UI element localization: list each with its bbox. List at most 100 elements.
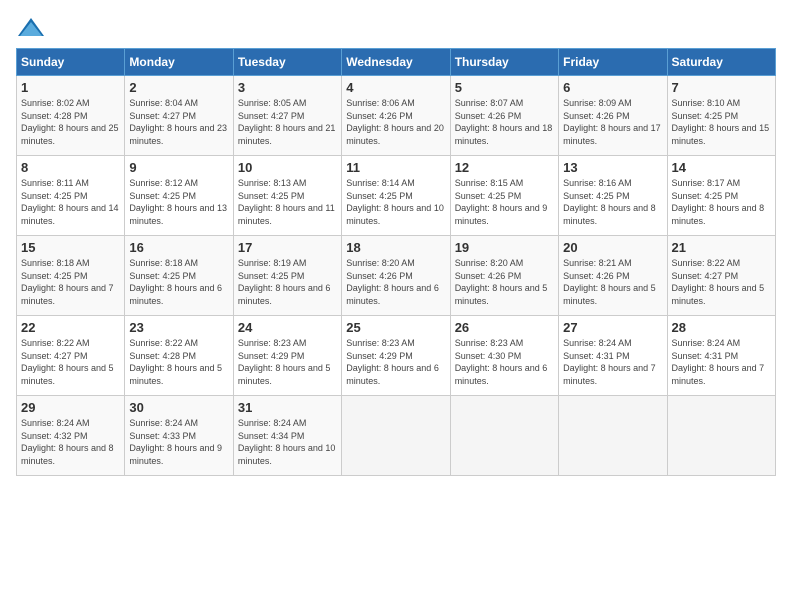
calendar-day-cell: 25 Sunrise: 8:23 AMSunset: 4:29 PMDaylig… [342,316,450,396]
calendar-day-cell: 8 Sunrise: 8:11 AMSunset: 4:25 PMDayligh… [17,156,125,236]
day-number: 31 [238,400,337,415]
calendar-week-row: 29 Sunrise: 8:24 AMSunset: 4:32 PMDaylig… [17,396,776,476]
calendar-day-cell [342,396,450,476]
weekday-header: Tuesday [233,49,341,76]
calendar-table: SundayMondayTuesdayWednesdayThursdayFrid… [16,48,776,476]
day-number: 1 [21,80,120,95]
calendar-day-cell: 20 Sunrise: 8:21 AMSunset: 4:26 PMDaylig… [559,236,667,316]
day-number: 7 [672,80,771,95]
day-number: 2 [129,80,228,95]
calendar-day-cell: 5 Sunrise: 8:07 AMSunset: 4:26 PMDayligh… [450,76,558,156]
calendar-day-cell: 1 Sunrise: 8:02 AMSunset: 4:28 PMDayligh… [17,76,125,156]
day-info: Sunrise: 8:22 AMSunset: 4:28 PMDaylight:… [129,338,222,386]
page-header [16,16,776,40]
day-info: Sunrise: 8:18 AMSunset: 4:25 PMDaylight:… [129,258,222,306]
logo-icon [16,16,46,40]
day-info: Sunrise: 8:15 AMSunset: 4:25 PMDaylight:… [455,178,548,226]
calendar-day-cell: 31 Sunrise: 8:24 AMSunset: 4:34 PMDaylig… [233,396,341,476]
day-number: 27 [563,320,662,335]
day-info: Sunrise: 8:02 AMSunset: 4:28 PMDaylight:… [21,98,119,146]
calendar-day-cell: 15 Sunrise: 8:18 AMSunset: 4:25 PMDaylig… [17,236,125,316]
logo [16,16,50,40]
day-info: Sunrise: 8:10 AMSunset: 4:25 PMDaylight:… [672,98,770,146]
day-info: Sunrise: 8:14 AMSunset: 4:25 PMDaylight:… [346,178,444,226]
day-number: 6 [563,80,662,95]
day-info: Sunrise: 8:24 AMSunset: 4:34 PMDaylight:… [238,418,336,466]
calendar-day-cell [559,396,667,476]
day-number: 30 [129,400,228,415]
calendar-day-cell: 17 Sunrise: 8:19 AMSunset: 4:25 PMDaylig… [233,236,341,316]
calendar-day-cell: 7 Sunrise: 8:10 AMSunset: 4:25 PMDayligh… [667,76,775,156]
day-info: Sunrise: 8:24 AMSunset: 4:31 PMDaylight:… [563,338,656,386]
calendar-week-row: 8 Sunrise: 8:11 AMSunset: 4:25 PMDayligh… [17,156,776,236]
calendar-week-row: 1 Sunrise: 8:02 AMSunset: 4:28 PMDayligh… [17,76,776,156]
calendar-day-cell: 12 Sunrise: 8:15 AMSunset: 4:25 PMDaylig… [450,156,558,236]
day-number: 14 [672,160,771,175]
day-number: 16 [129,240,228,255]
day-info: Sunrise: 8:11 AMSunset: 4:25 PMDaylight:… [21,178,119,226]
day-info: Sunrise: 8:18 AMSunset: 4:25 PMDaylight:… [21,258,114,306]
calendar-day-cell: 28 Sunrise: 8:24 AMSunset: 4:31 PMDaylig… [667,316,775,396]
calendar-day-cell: 16 Sunrise: 8:18 AMSunset: 4:25 PMDaylig… [125,236,233,316]
day-number: 29 [21,400,120,415]
day-number: 17 [238,240,337,255]
calendar-week-row: 15 Sunrise: 8:18 AMSunset: 4:25 PMDaylig… [17,236,776,316]
calendar-day-cell: 21 Sunrise: 8:22 AMSunset: 4:27 PMDaylig… [667,236,775,316]
day-number: 11 [346,160,445,175]
day-info: Sunrise: 8:17 AMSunset: 4:25 PMDaylight:… [672,178,765,226]
calendar-day-cell: 3 Sunrise: 8:05 AMSunset: 4:27 PMDayligh… [233,76,341,156]
day-info: Sunrise: 8:05 AMSunset: 4:27 PMDaylight:… [238,98,336,146]
weekday-header: Saturday [667,49,775,76]
day-number: 8 [21,160,120,175]
calendar-day-cell [450,396,558,476]
day-info: Sunrise: 8:23 AMSunset: 4:29 PMDaylight:… [346,338,439,386]
calendar-day-cell: 24 Sunrise: 8:23 AMSunset: 4:29 PMDaylig… [233,316,341,396]
day-number: 18 [346,240,445,255]
day-number: 22 [21,320,120,335]
calendar-day-cell: 2 Sunrise: 8:04 AMSunset: 4:27 PMDayligh… [125,76,233,156]
day-number: 25 [346,320,445,335]
day-number: 19 [455,240,554,255]
day-number: 10 [238,160,337,175]
day-info: Sunrise: 8:22 AMSunset: 4:27 PMDaylight:… [21,338,114,386]
day-info: Sunrise: 8:16 AMSunset: 4:25 PMDaylight:… [563,178,656,226]
calendar-day-cell: 18 Sunrise: 8:20 AMSunset: 4:26 PMDaylig… [342,236,450,316]
weekday-header: Sunday [17,49,125,76]
day-number: 24 [238,320,337,335]
calendar-day-cell: 26 Sunrise: 8:23 AMSunset: 4:30 PMDaylig… [450,316,558,396]
day-info: Sunrise: 8:24 AMSunset: 4:33 PMDaylight:… [129,418,222,466]
day-info: Sunrise: 8:24 AMSunset: 4:32 PMDaylight:… [21,418,114,466]
day-info: Sunrise: 8:04 AMSunset: 4:27 PMDaylight:… [129,98,227,146]
weekday-header: Thursday [450,49,558,76]
day-info: Sunrise: 8:22 AMSunset: 4:27 PMDaylight:… [672,258,765,306]
day-info: Sunrise: 8:20 AMSunset: 4:26 PMDaylight:… [455,258,548,306]
day-number: 5 [455,80,554,95]
day-info: Sunrise: 8:09 AMSunset: 4:26 PMDaylight:… [563,98,661,146]
day-number: 15 [21,240,120,255]
weekday-header-row: SundayMondayTuesdayWednesdayThursdayFrid… [17,49,776,76]
day-number: 21 [672,240,771,255]
day-number: 9 [129,160,228,175]
calendar-day-cell: 22 Sunrise: 8:22 AMSunset: 4:27 PMDaylig… [17,316,125,396]
day-info: Sunrise: 8:23 AMSunset: 4:29 PMDaylight:… [238,338,331,386]
day-info: Sunrise: 8:24 AMSunset: 4:31 PMDaylight:… [672,338,765,386]
day-info: Sunrise: 8:07 AMSunset: 4:26 PMDaylight:… [455,98,553,146]
calendar-day-cell: 30 Sunrise: 8:24 AMSunset: 4:33 PMDaylig… [125,396,233,476]
calendar-day-cell: 23 Sunrise: 8:22 AMSunset: 4:28 PMDaylig… [125,316,233,396]
weekday-header: Wednesday [342,49,450,76]
calendar-day-cell: 19 Sunrise: 8:20 AMSunset: 4:26 PMDaylig… [450,236,558,316]
day-number: 26 [455,320,554,335]
calendar-day-cell: 6 Sunrise: 8:09 AMSunset: 4:26 PMDayligh… [559,76,667,156]
calendar-week-row: 22 Sunrise: 8:22 AMSunset: 4:27 PMDaylig… [17,316,776,396]
weekday-header: Monday [125,49,233,76]
calendar-day-cell: 27 Sunrise: 8:24 AMSunset: 4:31 PMDaylig… [559,316,667,396]
day-info: Sunrise: 8:23 AMSunset: 4:30 PMDaylight:… [455,338,548,386]
day-info: Sunrise: 8:19 AMSunset: 4:25 PMDaylight:… [238,258,331,306]
calendar-day-cell [667,396,775,476]
day-info: Sunrise: 8:12 AMSunset: 4:25 PMDaylight:… [129,178,227,226]
day-info: Sunrise: 8:20 AMSunset: 4:26 PMDaylight:… [346,258,439,306]
day-number: 23 [129,320,228,335]
calendar-day-cell: 14 Sunrise: 8:17 AMSunset: 4:25 PMDaylig… [667,156,775,236]
calendar-day-cell: 11 Sunrise: 8:14 AMSunset: 4:25 PMDaylig… [342,156,450,236]
day-info: Sunrise: 8:21 AMSunset: 4:26 PMDaylight:… [563,258,656,306]
